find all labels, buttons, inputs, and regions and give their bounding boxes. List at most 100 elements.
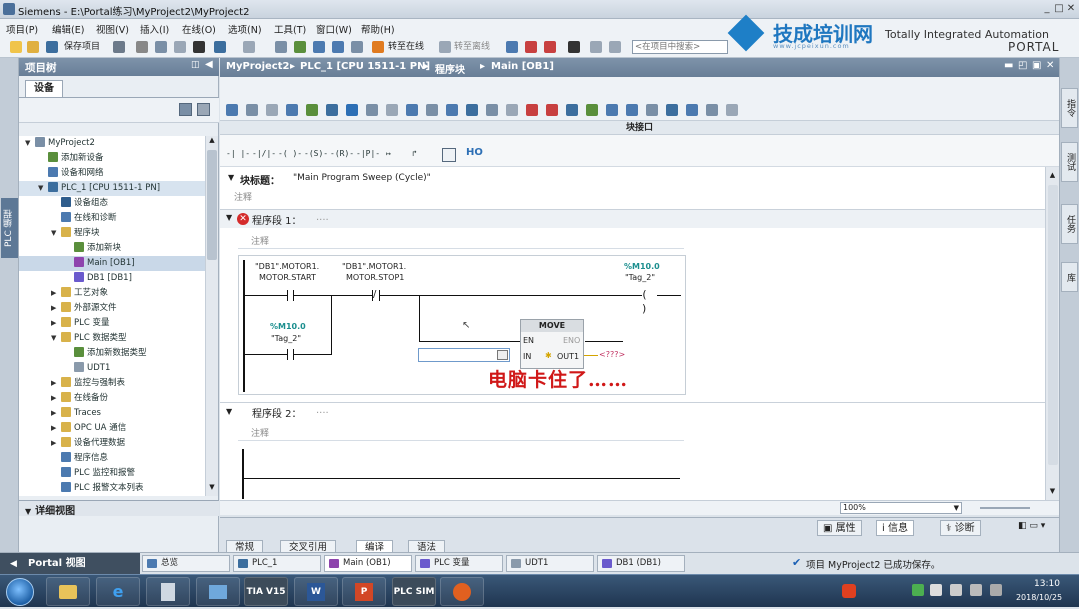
move-instruction-box[interactable]: MOVE EN ENO IN ✱ OUT1 (520, 319, 584, 369)
paste-icon[interactable] (174, 41, 186, 53)
tree-item[interactable]: 添加新设备 (19, 151, 205, 166)
breadcrumb-project[interactable]: MyProject2 (226, 61, 289, 72)
redo-icon[interactable] (243, 41, 255, 53)
save-project-button[interactable]: 保存项目 (64, 40, 100, 54)
portal-tab-db1[interactable]: DB1 (DB1) (597, 555, 685, 572)
contact-stop-operand[interactable]: "DB1".MOTOR1. (342, 262, 406, 271)
editor-tool-icon[interactable] (306, 104, 318, 116)
upload-icon[interactable] (332, 41, 344, 53)
editor-tool-icon[interactable] (466, 104, 478, 116)
start-cpu-icon[interactable] (525, 41, 537, 53)
box-instruction-icon[interactable] (442, 148, 456, 162)
split-horizontal-icon[interactable] (590, 41, 602, 53)
editor-tool-icon[interactable] (586, 104, 598, 116)
chevron-down-icon[interactable]: ▼ (38, 181, 46, 196)
network1-title-dots[interactable]: .... (316, 212, 329, 223)
tray-flag-icon[interactable] (990, 584, 1002, 596)
editor-tool-icon[interactable] (686, 104, 698, 116)
open-branch-button[interactable]: ↱ (412, 149, 417, 158)
editor-tool-icon[interactable] (426, 104, 438, 116)
editor-tool-icon[interactable] (406, 104, 418, 116)
editor-tool-icon[interactable] (286, 104, 298, 116)
detail-view-header[interactable]: ▼ 详细视图 (19, 500, 219, 517)
coil-button[interactable]: -( )- (278, 149, 302, 158)
new-project-icon[interactable] (10, 41, 22, 53)
editor-tool-icon[interactable] (226, 104, 238, 116)
go-offline-button[interactable]: 转至离线 (454, 40, 490, 54)
go-offline-icon[interactable] (439, 41, 451, 53)
chevron-down-icon[interactable]: ▼ (51, 331, 59, 346)
reset-coil-button[interactable]: -(R)- (330, 149, 354, 158)
zoom-select[interactable]: 100% ▼ (840, 502, 962, 514)
editor-tool-icon[interactable] (346, 104, 358, 116)
scroll-thumb[interactable] (1048, 185, 1058, 465)
operand-picker-icon[interactable] (497, 350, 508, 360)
editor-tool-icon[interactable] (506, 104, 518, 116)
no-contact-button[interactable]: -| |- (226, 149, 250, 158)
scroll-thumb[interactable] (207, 150, 217, 260)
chevron-down-icon[interactable]: ▼ (51, 226, 59, 241)
contact-start-member[interactable]: MOTOR.START (259, 273, 316, 282)
tab-devices[interactable]: 设备 (25, 80, 63, 97)
task-libraries[interactable]: 库 (1061, 262, 1078, 292)
breadcrumb-program-blocks[interactable]: 程序块 (435, 61, 465, 76)
breadcrumb-main-ob1[interactable]: Main [OB1] (491, 61, 554, 72)
tree-options-icon[interactable] (197, 103, 210, 116)
parallel-contact-address[interactable]: %M10.0 (270, 322, 306, 331)
tree-item[interactable]: 添加新数据类型 (19, 346, 205, 361)
tray-app-icon[interactable] (842, 584, 856, 598)
minimize-button[interactable]: _ (1041, 3, 1053, 15)
tree-item[interactable]: ▼ PLC 数据类型 (19, 331, 205, 346)
ladder-code-area[interactable]: ▼ 块标题： "Main Program Sweep (Cycle)" 注释 ▼… (220, 167, 1045, 500)
task-instructions[interactable]: 指令 (1061, 88, 1078, 128)
coil-address[interactable]: %M10.0 (624, 262, 660, 271)
p-trig-button[interactable]: -|P|- (356, 149, 380, 158)
open-project-icon[interactable] (27, 41, 39, 53)
editor-tool-icon[interactable] (386, 104, 398, 116)
photo-viewer-icon[interactable] (196, 577, 240, 606)
tree-item[interactable]: ▶ 外部源文件 (19, 301, 205, 316)
table-view-icon[interactable] (179, 103, 192, 116)
menu-view[interactable]: 视图(V) (96, 22, 129, 36)
network2-title-dots[interactable]: .... (316, 405, 329, 416)
editor-tool-icon[interactable] (326, 104, 338, 116)
tree-item[interactable]: 设备组态 (19, 196, 205, 211)
scroll-up-icon[interactable]: ▲ (1047, 171, 1058, 179)
scroll-down-icon[interactable]: ▼ (1047, 487, 1058, 495)
print-icon[interactable] (113, 41, 125, 53)
breadcrumb-plc[interactable]: PLC_1 [CPU 1511-1 PN] (300, 61, 430, 72)
parallel-contact-tag[interactable]: "Tag_2" (271, 334, 301, 343)
menu-insert[interactable]: 插入(I) (140, 22, 169, 36)
tree-item[interactable]: ▶ 在线备份 (19, 391, 205, 406)
tree-item[interactable]: ▶ OPC UA 通信 (19, 421, 205, 436)
editor-tool-icon[interactable] (526, 104, 538, 116)
editor-tool-icon[interactable] (486, 104, 498, 116)
contact-stop-member[interactable]: MOTOR.STOP1 (346, 273, 404, 282)
calculator-icon[interactable] (146, 577, 190, 606)
move-in-operand-field[interactable] (418, 348, 510, 362)
tree-item[interactable]: ▶ 监控与强制表 (19, 376, 205, 391)
explorer-icon[interactable] (46, 577, 90, 606)
cut-icon[interactable] (136, 41, 148, 53)
split-vertical-icon[interactable] (609, 41, 621, 53)
portal-view-button[interactable]: ◀ Portal 视图 (0, 553, 140, 575)
block-comment[interactable]: 注释 (234, 190, 252, 203)
task-tasks[interactable]: 任务 (1061, 204, 1078, 244)
editor-tool-icon[interactable] (566, 104, 578, 116)
tray-network-icon[interactable] (930, 584, 942, 596)
tree-item[interactable]: Main [OB1] (19, 256, 205, 271)
contact-start-operand[interactable]: "DB1".MOTOR1. (255, 262, 319, 271)
tray-security-icon[interactable] (912, 584, 924, 596)
editor-tool-icon[interactable] (366, 104, 378, 116)
tree-item[interactable]: 添加新块 (19, 241, 205, 256)
stop-cpu-icon[interactable] (544, 41, 556, 53)
menu-options[interactable]: 选项(N) (228, 22, 262, 36)
editor-tool-icon[interactable] (446, 104, 458, 116)
delete-icon[interactable] (193, 41, 205, 53)
tree-item[interactable]: UDT1 (19, 361, 205, 376)
tree-item[interactable]: 在线和诊断 (19, 211, 205, 226)
accessible-devices-icon[interactable] (506, 41, 518, 53)
go-online-icon[interactable] (372, 41, 384, 53)
go-online-button[interactable]: 转至在线 (388, 40, 424, 54)
split-editor-icon[interactable] (275, 41, 287, 53)
